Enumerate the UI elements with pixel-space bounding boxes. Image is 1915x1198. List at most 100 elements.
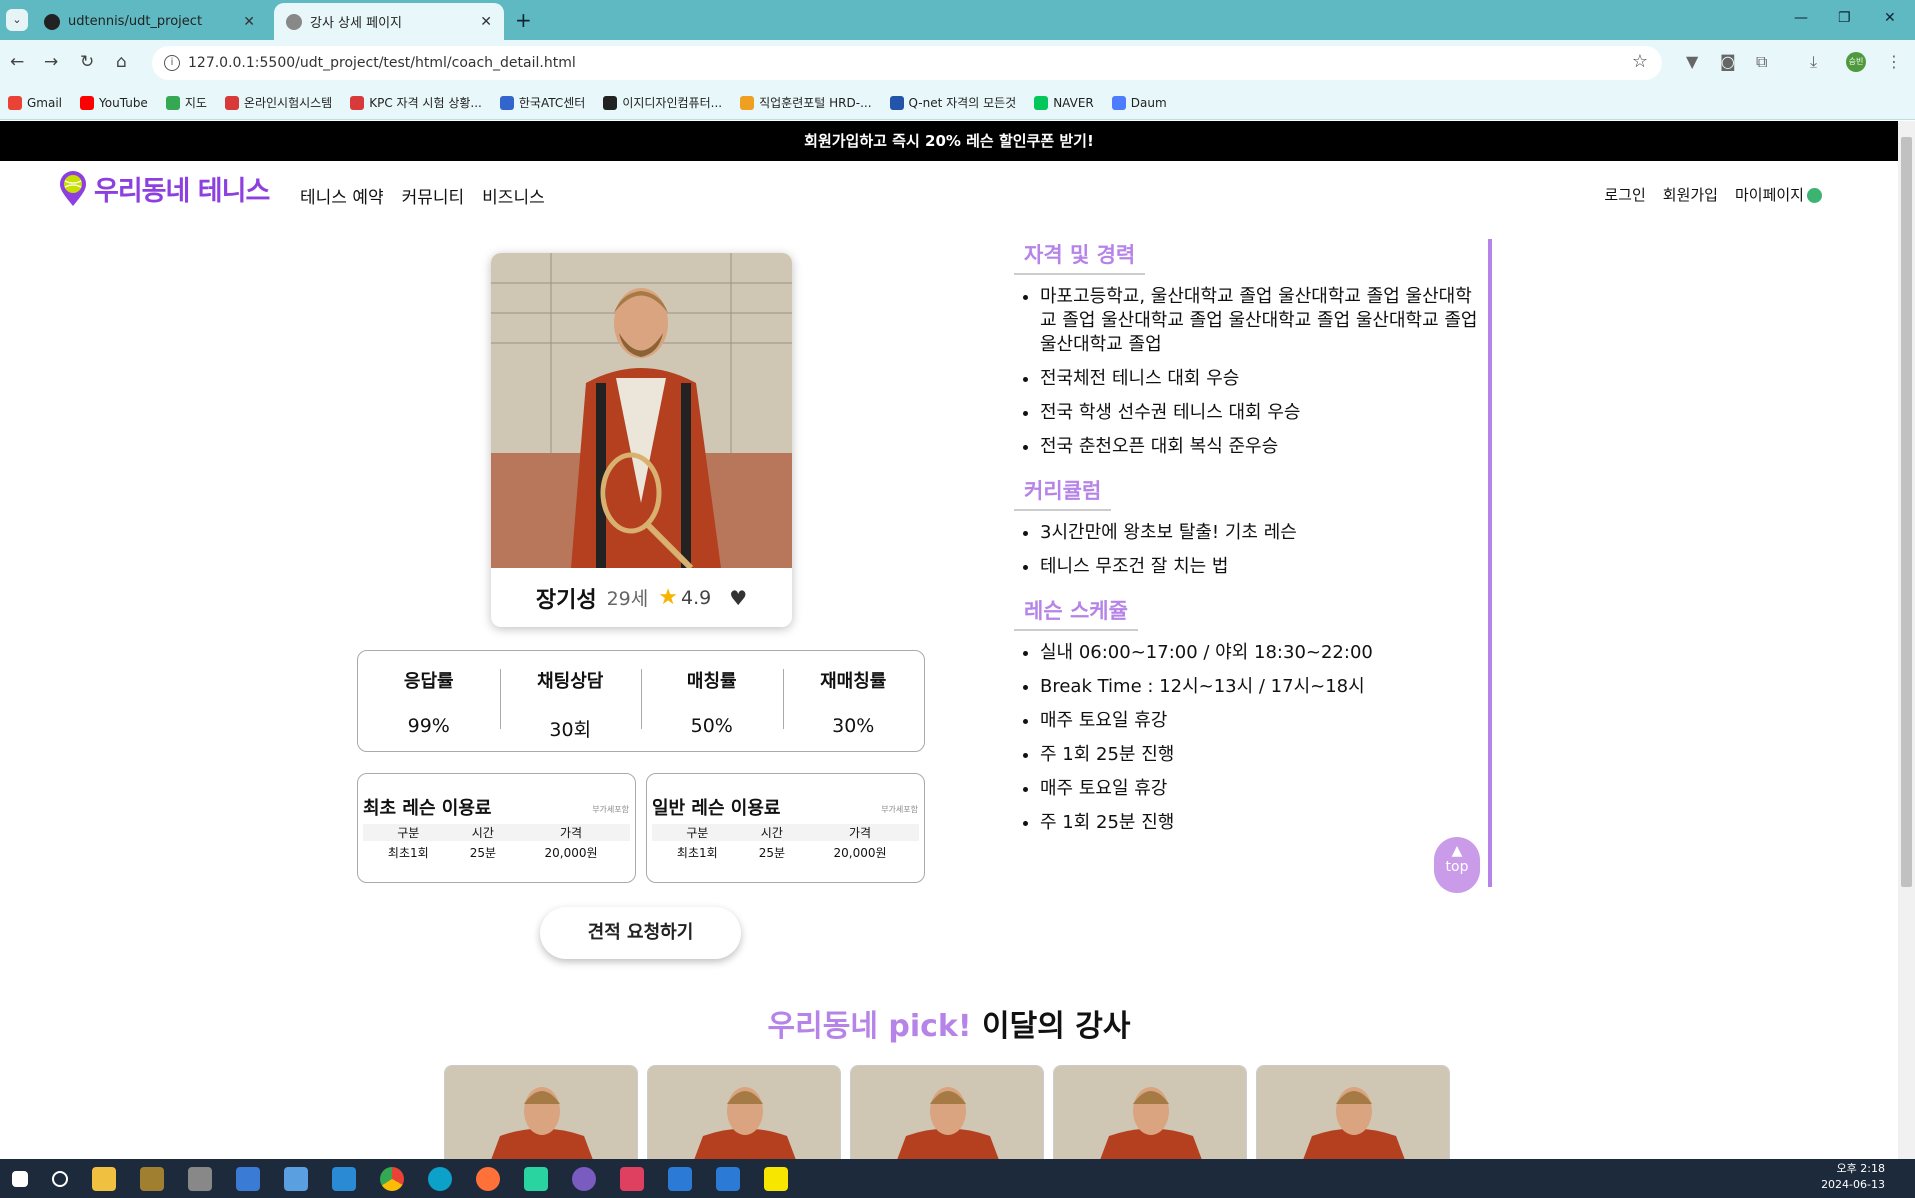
list-item: 전국체전 테니스 대회 우승	[1040, 367, 1488, 391]
extensions-puzzle-icon[interactable]: ⧉	[1756, 52, 1767, 72]
coach-stats: 응답률 99% 채팅상담 30회 매칭률 50% 재매칭률 30%	[357, 650, 925, 752]
vat-note: 부가세포함	[881, 805, 918, 814]
star-icon: ★	[658, 585, 678, 610]
bookmark-item[interactable]: NAVER	[1034, 95, 1094, 110]
camera-icon[interactable]: ◙	[1720, 52, 1736, 71]
file-explorer-icon[interactable]	[92, 1166, 116, 1191]
app-icon[interactable]	[140, 1166, 164, 1191]
kakaotalk-icon[interactable]	[764, 1166, 788, 1191]
list-item: Break Time : 12시~13시 / 17시~18시	[1040, 675, 1488, 699]
vscode-icon[interactable]	[716, 1166, 740, 1191]
bookmark-item[interactable]: 한국ATC센터	[499, 94, 585, 111]
bookmark-item[interactable]: KPC 자격 시험 상황...	[350, 94, 482, 111]
tab-udtennis[interactable]: udtennis/udt_project ✕	[32, 3, 267, 40]
app-icon[interactable]	[284, 1166, 308, 1191]
bookmark-star-icon[interactable]: ☆	[1632, 51, 1648, 72]
bookmark-item[interactable]: 이지디자인컴퓨터...	[603, 94, 722, 111]
fee-header: 가격	[801, 824, 919, 841]
restore-icon[interactable]: ❐	[1838, 10, 1851, 26]
stat-label: 채팅상담	[537, 671, 604, 692]
fee-table: 구분 시간 가격 최초1회 25분 20,000원	[363, 824, 630, 863]
list-item: 실내 06:00~17:00 / 야외 18:30~22:00	[1040, 641, 1488, 665]
browser-tab-bar: ⌄ udtennis/udt_project ✕ 강사 상세 페이지 ✕ + —…	[0, 0, 1915, 40]
bookmark-icon	[224, 95, 239, 110]
coach-thumbnail[interactable]	[1053, 1065, 1247, 1159]
fee-cell: 최초1회	[387, 845, 429, 860]
fee-header: 시간	[453, 824, 513, 841]
tab-coach-detail[interactable]: 강사 상세 페이지 ✕	[274, 3, 504, 40]
signup-link[interactable]: 회원가입	[1663, 184, 1718, 205]
stat-value: 30회	[549, 719, 592, 741]
fee-header: 구분	[652, 824, 743, 841]
promo-banner[interactable]: 회원가입하고 즉시 20% 레슨 할인쿠폰 받기!	[0, 121, 1898, 161]
figma-icon[interactable]	[620, 1166, 644, 1191]
app-icon[interactable]	[524, 1166, 548, 1191]
coach-thumbnail[interactable]	[647, 1065, 841, 1159]
coach-name: 장기성	[535, 587, 597, 613]
heart-icon[interactable]: ♥	[729, 586, 747, 610]
bookmark-icon	[80, 95, 95, 110]
pick-rest: 이달의 강사	[971, 1009, 1131, 1044]
chrome-icon[interactable]	[380, 1166, 404, 1191]
back-icon[interactable]: ←	[10, 52, 24, 72]
system-clock[interactable]: 오후 2:18 2024-06-13	[1821, 1161, 1885, 1193]
account-menu: 로그인 회원가입 마이페이지	[1604, 184, 1822, 205]
address-bar[interactable]: i 127.0.0.1:5500/udt_project/test/html/c…	[152, 46, 1662, 80]
github-desktop-icon[interactable]	[572, 1166, 596, 1191]
bookmark-item[interactable]: 직업훈련포털 HRD-...	[740, 94, 872, 111]
search-icon[interactable]	[52, 1170, 68, 1187]
app-icon[interactable]	[236, 1166, 260, 1191]
quote-request-button[interactable]: 견적 요청하기	[540, 907, 741, 959]
forward-icon[interactable]: →	[44, 52, 58, 72]
menu-community[interactable]: 커뮤니티	[402, 183, 465, 208]
bookmark-icon	[499, 95, 514, 110]
coach-rating: ★ 4.9	[658, 585, 711, 610]
new-tab-button[interactable]: +	[515, 8, 532, 32]
home-icon[interactable]: ⌂	[116, 52, 127, 72]
minimize-icon[interactable]: —	[1794, 10, 1808, 26]
tab-search-button[interactable]: ⌄	[6, 9, 28, 31]
window-close-icon[interactable]: ✕	[1884, 10, 1896, 26]
edge-icon[interactable]	[428, 1166, 452, 1191]
close-icon[interactable]: ✕	[480, 14, 492, 30]
settings-icon[interactable]	[332, 1166, 356, 1191]
site-logo[interactable]: 우리동네 테니스	[58, 169, 270, 208]
bookmark-item[interactable]: Q-net 자격의 모든것	[889, 94, 1016, 111]
recycle-bin-icon[interactable]	[188, 1166, 212, 1191]
extension-v-icon[interactable]: ▼	[1686, 52, 1698, 71]
mypage-link[interactable]: 마이페이지	[1735, 184, 1822, 205]
logo-text: 우리동네 테니스	[94, 176, 270, 207]
firefox-icon[interactable]	[476, 1166, 500, 1191]
bookmark-item[interactable]: 온라인시험시스템	[224, 94, 332, 111]
menu-business[interactable]: 비즈니스	[482, 183, 545, 208]
bookmark-item[interactable]: YouTube	[80, 95, 148, 110]
bookmark-item[interactable]: Gmail	[8, 95, 63, 110]
site-info-icon[interactable]: i	[164, 55, 180, 71]
close-icon[interactable]: ✕	[243, 14, 255, 30]
download-icon[interactable]: ⤓	[1810, 52, 1817, 72]
globe-icon	[286, 13, 302, 30]
scroll-thumb[interactable]	[1901, 137, 1912, 887]
stat-response-rate: 응답률 99%	[358, 651, 500, 751]
coach-thumbnail[interactable]	[444, 1065, 638, 1159]
vscode-icon[interactable]	[668, 1166, 692, 1191]
coach-details-scroll[interactable]: 자격 및 경력 마포고등학교, 울산대학교 졸업 울산대학교 졸업 울산대학교 …	[1000, 239, 1492, 887]
fee-title: 일반 레슨 이용료	[652, 798, 781, 819]
page-scrollbar[interactable]	[1898, 121, 1915, 1159]
list-item: 전국 춘천오픈 대회 복식 준우승	[1040, 435, 1488, 459]
coach-thumbnail[interactable]	[1256, 1065, 1450, 1159]
windows-start-icon[interactable]	[12, 1170, 28, 1187]
menu-dots-icon[interactable]: ⋮	[1886, 52, 1902, 71]
bookmark-item[interactable]: Daum	[1111, 95, 1167, 110]
fee-table: 구분 시간 가격 최초1회 25분 20,000원	[652, 824, 919, 863]
clock-date: 2024-06-13	[1821, 1178, 1885, 1191]
login-link[interactable]: 로그인	[1604, 184, 1645, 205]
bookmark-label: Gmail	[27, 95, 63, 110]
coach-thumbnail[interactable]	[850, 1065, 1044, 1159]
bookmark-item[interactable]: 지도	[165, 94, 207, 111]
menu-tennis-reservation[interactable]: 테니스 예약	[300, 183, 384, 208]
scroll-top-button[interactable]: ▲ top	[1434, 837, 1480, 893]
bookmark-icon	[740, 95, 755, 110]
profile-avatar[interactable]: 승빈	[1846, 52, 1866, 72]
reload-icon[interactable]: ↻	[80, 52, 94, 72]
